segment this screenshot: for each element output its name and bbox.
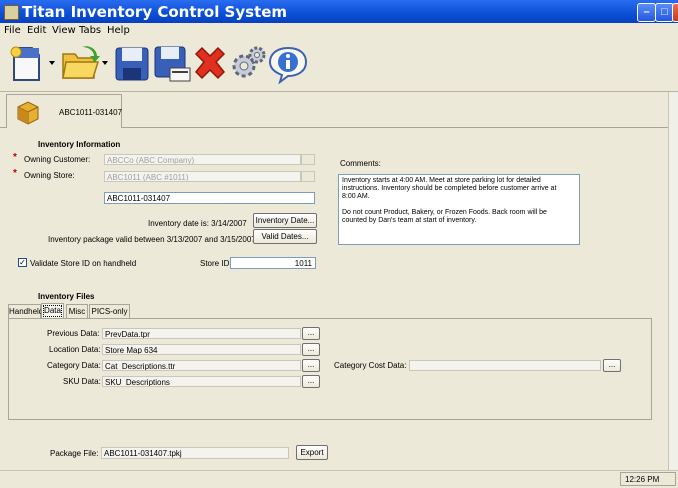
tab-data[interactable]: Data (41, 303, 64, 319)
owning-store-dropdown-button[interactable] (301, 171, 315, 182)
window-title: Titan Inventory Control System (22, 3, 288, 21)
package-file-label: Package File: (50, 449, 99, 458)
comments-line: 8:00 AM. (342, 193, 370, 200)
title-bar: Titan Inventory Control System – □ (0, 0, 678, 23)
minimize-button[interactable]: – (637, 3, 656, 22)
open-folder-icon[interactable] (60, 44, 100, 84)
comments-line: Inventory starts at 4:00 AM. Meet at sto… (342, 177, 541, 184)
valid-between-text: Inventory package valid between 3/13/200… (48, 235, 256, 244)
main-panel: Inventory Information * Owning Customer:… (0, 128, 668, 470)
package-file-input[interactable]: ABC1011-031407.tpkj (101, 447, 289, 459)
comments-textarea[interactable]: Inventory starts at 4:00 AM. Meet at sto… (338, 174, 580, 245)
required-marker: * (13, 168, 17, 179)
owning-store-select[interactable]: ABC1011 (ABC #1011) (104, 171, 301, 182)
tab-handheld[interactable]: Handheld (8, 304, 43, 318)
sku-data-input[interactable]: SKU_Descriptions (102, 376, 301, 387)
store-id-label: Store ID: (200, 259, 232, 268)
category-cost-data-browse-button[interactable]: ... (603, 359, 621, 372)
valid-dates-button[interactable]: Valid Dates... (253, 229, 317, 244)
category-data-browse-button[interactable]: ... (302, 359, 320, 372)
new-document-icon[interactable] (6, 44, 46, 84)
location-data-browse-button[interactable]: ... (302, 343, 320, 356)
location-data-input[interactable]: Store Map 634 (102, 344, 301, 355)
comments-line: Do not count Product, Bakery, or Frozen … (342, 209, 547, 216)
menu-help[interactable]: Help (107, 25, 130, 36)
save-as-icon[interactable] (152, 44, 192, 84)
comments-line: instructions. Inventory should be comple… (342, 185, 557, 192)
required-marker: * (13, 152, 17, 163)
inventory-date-button[interactable]: Inventory Date... (253, 213, 317, 228)
inventory-date-text: Inventory date is: 3/14/2007 (148, 219, 247, 228)
menu-tabs[interactable]: Tabs (79, 25, 101, 36)
data-tab-panel: Previous Data: PrevData.tpr ... Location… (8, 318, 652, 420)
comments-label: Comments: (340, 159, 381, 168)
new-dropdown-arrow-icon[interactable] (49, 61, 55, 65)
store-id-input[interactable]: 1011 (230, 257, 316, 269)
close-button[interactable] (672, 3, 678, 22)
category-data-input[interactable]: Cat_Descriptions.ttr (102, 360, 301, 371)
category-cost-data-label: Category Cost Data: (334, 361, 407, 370)
status-time-panel: 12:26 PM (620, 472, 676, 486)
settings-gears-icon[interactable] (228, 44, 268, 84)
package-tab-bar: ABC1011-031407 (0, 92, 678, 133)
delete-icon[interactable] (190, 44, 230, 84)
package-box-icon (17, 101, 39, 125)
category-data-label: Category Data: (47, 361, 101, 370)
tab-pics-only[interactable]: PICS-only (89, 304, 130, 318)
file-tabs: Handheld Data Misc PICS-only (8, 303, 248, 319)
package-name-input[interactable]: ABC1011-031407 (104, 192, 315, 204)
owning-store-label: Owning Store: (24, 171, 75, 180)
export-button[interactable]: Export (296, 445, 328, 460)
owning-customer-dropdown-button[interactable] (301, 154, 315, 165)
tab-misc[interactable]: Misc (66, 304, 88, 318)
validate-store-id-checkbox[interactable]: ✓ (18, 258, 27, 267)
inventory-information-heading: Inventory Information (38, 140, 121, 149)
toolbar (0, 39, 678, 92)
info-icon[interactable] (268, 44, 308, 84)
category-cost-data-input[interactable] (409, 360, 601, 371)
sku-data-browse-button[interactable]: ... (302, 375, 320, 388)
inventory-files-heading: Inventory Files (38, 292, 95, 301)
owning-customer-select[interactable]: ABCCo (ABC Company) (104, 154, 301, 165)
open-dropdown-arrow-icon[interactable] (102, 61, 108, 65)
owning-customer-label: Owning Customer: (24, 155, 91, 164)
previous-data-input[interactable]: PrevData.tpr (102, 328, 301, 339)
previous-data-browse-button[interactable]: ... (302, 327, 320, 340)
status-time: 12:26 PM (625, 475, 660, 484)
vertical-scrollbar[interactable] (668, 92, 678, 470)
menu-file[interactable]: File (4, 25, 21, 36)
status-bar: 12:26 PM (0, 470, 678, 488)
save-icon[interactable] (112, 44, 152, 84)
location-data-label: Location Data: (49, 345, 101, 354)
validate-store-id-label: Validate Store ID on handheld (30, 259, 137, 268)
menu-bar: File Edit View Tabs Help (0, 23, 678, 39)
comments-line: counted by Dan's team at start of invent… (342, 217, 477, 224)
package-tab-label: ABC1011-031407 (59, 108, 123, 117)
sku-data-label: SKU Data: (63, 377, 101, 386)
app-icon (4, 5, 19, 20)
menu-edit[interactable]: Edit (27, 25, 46, 36)
previous-data-label: Previous Data: (47, 329, 100, 338)
menu-view[interactable]: View (52, 25, 76, 36)
